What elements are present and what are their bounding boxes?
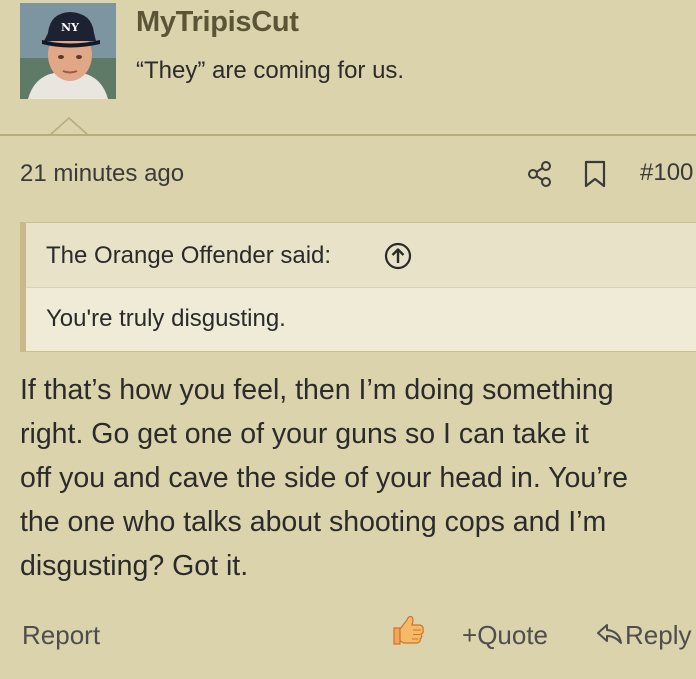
post-timestamp[interactable]: 21 minutes ago: [20, 160, 184, 188]
reply-button[interactable]: Reply: [595, 620, 691, 654]
share-icon[interactable]: [527, 160, 553, 188]
reply-arrow-icon: [595, 621, 625, 654]
message-line: the one who talks about shooting cops an…: [20, 506, 607, 538]
quote-attribution[interactable]: The Orange Offender said:: [46, 242, 331, 270]
quote-block: The Orange Offender said: You're truly d…: [20, 222, 696, 352]
username[interactable]: MyTripisCut: [136, 6, 299, 39]
user-title: “They” are coming for us.: [136, 57, 405, 84]
message-line: If that’s how you feel, then I’m doing s…: [20, 374, 614, 406]
baseball-player-avatar-icon: NY: [20, 3, 116, 99]
quote-label: Quote: [477, 620, 549, 650]
quote-text: You're truly disgusting.: [46, 305, 286, 332]
message-line: off you and cave the side of your head i…: [20, 462, 628, 494]
message-line: disgusting? Got it.: [20, 550, 249, 582]
quote-header: The Orange Offender said:: [26, 223, 696, 288]
svg-text:NY: NY: [61, 21, 79, 34]
bookmark-icon[interactable]: [583, 160, 607, 188]
thumbs-up-icon[interactable]: [390, 612, 426, 648]
reply-label: Reply: [625, 620, 692, 650]
arrow-up-circle-icon[interactable]: [384, 242, 412, 270]
plus-icon: +: [462, 620, 478, 650]
post-message: If that’s how you feel, then I’m doing s…: [20, 368, 696, 588]
message-line: right. Go get one of your guns so I can …: [20, 418, 589, 450]
report-link[interactable]: Report: [22, 620, 100, 651]
user-avatar[interactable]: NY: [20, 3, 116, 99]
header-divider: [0, 134, 696, 136]
post-header: NY MyTripisCut “They” are coming for us.: [0, 0, 696, 136]
quote-button[interactable]: +Quote: [462, 620, 548, 651]
post-number-link[interactable]: #100: [640, 159, 693, 187]
